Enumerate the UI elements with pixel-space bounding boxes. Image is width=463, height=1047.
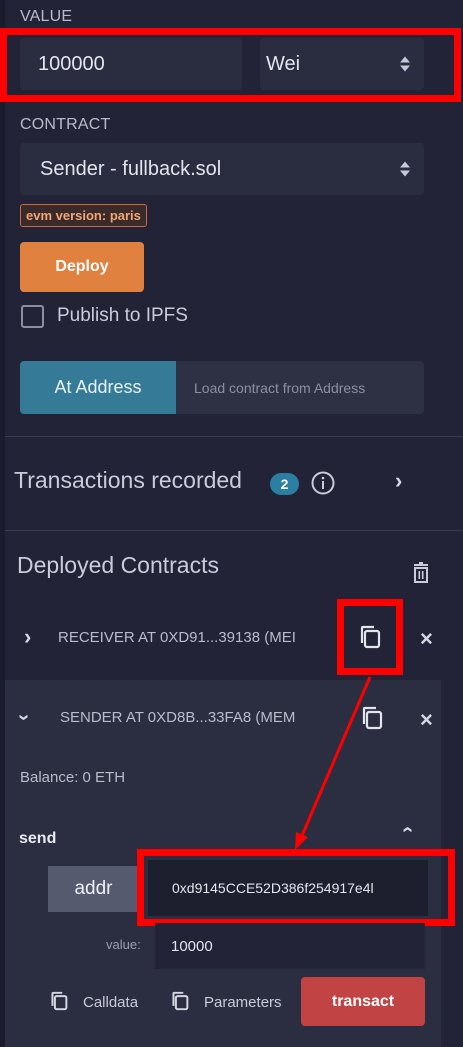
highlight-arrow-icon bbox=[295, 676, 372, 850]
